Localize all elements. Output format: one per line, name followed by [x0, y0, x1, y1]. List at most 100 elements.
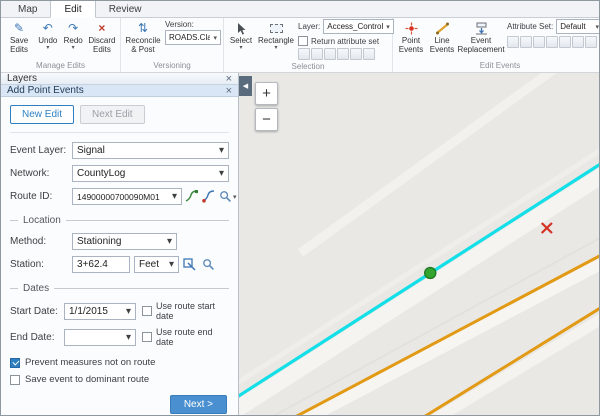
- undo-button[interactable]: ↶ Undo ▾: [35, 19, 60, 53]
- group-label-edit-events: Edit Events: [395, 61, 600, 72]
- selection-tool-icon[interactable]: [298, 48, 310, 60]
- discard-edits-icon: ×: [98, 21, 105, 36]
- edit-events-tool-icon[interactable]: [507, 36, 519, 48]
- undo-label: Undo: [38, 36, 57, 45]
- edit-events-tool-icon[interactable]: [520, 36, 532, 48]
- tab-edit[interactable]: Edit: [50, 0, 95, 18]
- line-events-label: Line Events: [429, 36, 455, 54]
- chevron-down-icon: ▾: [219, 168, 224, 179]
- select-dropdown-icon[interactable]: ▾: [239, 45, 242, 51]
- chevron-down-icon: ▾: [386, 23, 390, 31]
- point-event-icon: [405, 21, 418, 36]
- return-attribute-set-checkbox[interactable]: [298, 36, 308, 46]
- edit-events-tool-icon[interactable]: [585, 36, 597, 48]
- tab-review[interactable]: Review: [96, 1, 155, 17]
- network-dropdown[interactable]: CountyLog ▾: [72, 165, 229, 182]
- tab-map[interactable]: Map: [5, 1, 50, 17]
- location-section-header: Location: [10, 215, 229, 226]
- map-view[interactable]: ◀ + −: [239, 73, 599, 415]
- redo-label: Redo: [64, 36, 83, 45]
- use-route-start-date-checkbox[interactable]: [142, 306, 152, 316]
- group-label-versioning: Versioning: [123, 61, 221, 72]
- save-edits-icon: ✎: [14, 21, 24, 36]
- undo-dropdown-icon[interactable]: ▾: [46, 45, 49, 51]
- selection-layer-dropdown[interactable]: Access_Control ▾: [323, 19, 394, 34]
- rectangle-select-button[interactable]: Rectangle ▾: [256, 19, 296, 53]
- map-zoom-controls: + −: [255, 82, 278, 131]
- reconcile-post-button[interactable]: ⇅ Reconcile & Post: [123, 19, 163, 56]
- save-to-dominant-route-checkbox[interactable]: [10, 375, 20, 385]
- event-replacement-button[interactable]: Event Replacement: [457, 19, 505, 56]
- map-canvas[interactable]: [239, 73, 599, 415]
- version-label: Version:: [165, 20, 221, 29]
- edit-events-tool-icon[interactable]: [546, 36, 558, 48]
- ribbon-tab-bar: Map Edit Review: [1, 1, 599, 18]
- point-events-button[interactable]: Point Events: [395, 19, 427, 56]
- select-route-on-map-icon[interactable]: [184, 188, 199, 205]
- event-layer-dropdown[interactable]: Signal ▾: [72, 142, 229, 159]
- end-date-picker[interactable]: ▾: [64, 329, 136, 346]
- layers-pane-title: Layers: [7, 73, 37, 84]
- method-dropdown[interactable]: Stationing ▾: [72, 233, 177, 250]
- close-icon[interactable]: ×: [226, 74, 232, 84]
- zoom-in-button[interactable]: +: [255, 82, 278, 105]
- network-label: Network:: [10, 168, 72, 179]
- station-label: Station:: [10, 259, 72, 270]
- pick-station-on-map-icon[interactable]: [181, 256, 198, 273]
- attribute-set-dropdown[interactable]: Default ▾: [556, 19, 600, 34]
- dates-section-title: Dates: [23, 283, 49, 294]
- chevron-down-icon[interactable]: ▾: [233, 193, 237, 201]
- edit-events-tool-icon[interactable]: [533, 36, 545, 48]
- selection-tool-icon[interactable]: [350, 48, 362, 60]
- attribute-set-label: Attribute Set:: [507, 22, 553, 31]
- prevent-measures-checkbox[interactable]: [10, 358, 20, 368]
- line-events-button[interactable]: Line Events: [427, 19, 457, 56]
- point-event-marker: [425, 268, 436, 279]
- zoom-out-button[interactable]: −: [255, 108, 278, 131]
- zoom-to-route-icon[interactable]: [218, 188, 233, 205]
- edit-events-tool-icon[interactable]: [572, 36, 584, 48]
- collapse-panel-button[interactable]: ◀: [239, 76, 252, 96]
- method-value: Stationing: [77, 236, 121, 247]
- redo-button[interactable]: ↷ Redo ▾: [61, 19, 86, 53]
- next-button[interactable]: Next >: [170, 395, 227, 414]
- chevron-left-icon: ◀: [243, 82, 248, 90]
- rectangle-dropdown-icon[interactable]: ▾: [274, 45, 277, 51]
- selection-tool-icon[interactable]: [324, 48, 336, 60]
- select-button[interactable]: Select ▾: [226, 19, 256, 53]
- selection-tool-icon[interactable]: [363, 48, 375, 60]
- chevron-down-icon: ▾: [219, 145, 224, 156]
- edit-events-tool-icon[interactable]: [559, 36, 571, 48]
- selection-tool-icon[interactable]: [337, 48, 349, 60]
- redo-dropdown-icon[interactable]: ▾: [72, 45, 75, 51]
- zoom-to-station-icon[interactable]: [200, 256, 217, 273]
- network-value: CountyLog: [77, 168, 125, 179]
- identify-route-icon[interactable]: [201, 188, 216, 205]
- route-id-combobox[interactable]: 14900000700090M01 ▾: [72, 188, 182, 205]
- next-edit-button: Next Edit: [80, 105, 145, 124]
- use-route-end-date-label: Use route end date: [156, 327, 229, 347]
- use-route-start-date-label: Use route start date: [156, 301, 229, 321]
- ribbon-group-manage-edits: ✎ Save Edits ↶ Undo ▾ ↷ Redo ▾ × Discard…: [1, 18, 121, 72]
- save-to-dominant-route-label: Save event to dominant route: [25, 374, 149, 385]
- save-edits-button[interactable]: ✎ Save Edits: [3, 19, 35, 56]
- new-edit-button[interactable]: New Edit: [10, 105, 74, 124]
- add-point-events-title: Add Point Events: [7, 85, 84, 96]
- version-value: ROADS.Claire_Reg: [169, 33, 210, 42]
- ribbon: ✎ Save Edits ↶ Undo ▾ ↷ Redo ▾ × Discard…: [1, 18, 599, 73]
- version-dropdown[interactable]: ROADS.Claire_Reg ▾: [165, 30, 221, 45]
- route-id-label: Route ID:: [10, 191, 72, 202]
- select-label: Select: [230, 36, 252, 45]
- discard-edits-button[interactable]: × Discard Edits: [86, 19, 118, 56]
- close-icon[interactable]: ×: [226, 86, 232, 96]
- selection-tool-icon[interactable]: [311, 48, 323, 60]
- start-date-picker[interactable]: 1/1/2015 ▾: [64, 303, 136, 320]
- prevent-measures-label: Prevent measures not on route: [25, 357, 155, 368]
- redo-icon: ↷: [68, 21, 78, 36]
- station-input[interactable]: [72, 256, 130, 273]
- layer-label: Layer:: [298, 22, 320, 31]
- use-route-end-date-checkbox[interactable]: [142, 332, 152, 342]
- station-unit-dropdown[interactable]: Feet ▾: [134, 256, 179, 273]
- ribbon-group-selection: Select ▾ Rectangle ▾ Layer: Access_Contr…: [224, 18, 393, 72]
- event-replacement-label: Event Replacement: [457, 36, 504, 54]
